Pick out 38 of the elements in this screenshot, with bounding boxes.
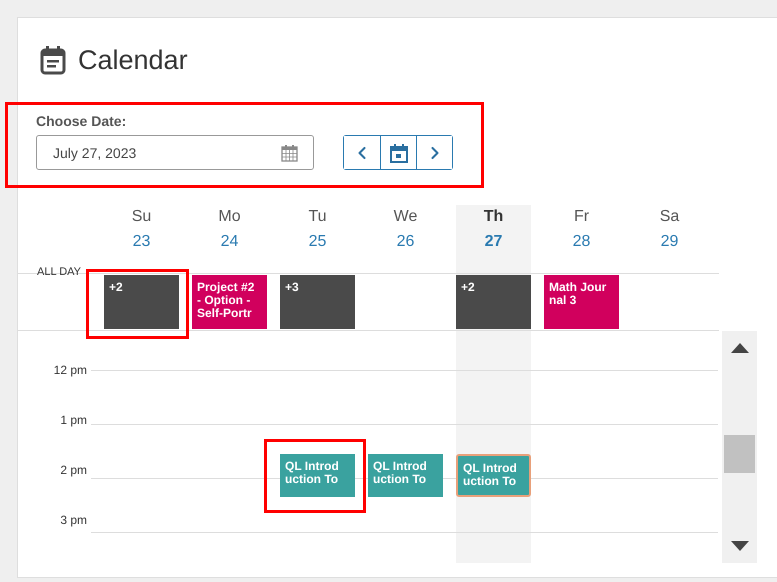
day-number[interactable]: 27 bbox=[484, 233, 502, 251]
day-number[interactable]: 23 bbox=[132, 233, 150, 251]
event-block[interactable]: Project #2 - Option - Self-Portr bbox=[192, 275, 267, 329]
weekday-label: We bbox=[394, 208, 418, 226]
event-block[interactable]: QL Introd uction To bbox=[280, 454, 355, 497]
all-day-label: ALL DAY bbox=[37, 266, 82, 278]
event-block[interactable]: QL Introd uction To bbox=[368, 454, 443, 497]
event-block[interactable]: +3 bbox=[280, 275, 355, 329]
day-number[interactable]: 28 bbox=[572, 233, 590, 251]
hour-label: 3 pm bbox=[59, 513, 88, 529]
weekday-label: Su bbox=[132, 208, 152, 226]
scrollbar[interactable] bbox=[722, 331, 757, 563]
day-number[interactable]: 25 bbox=[308, 233, 326, 251]
scroll-up-icon[interactable] bbox=[730, 343, 748, 353]
field-label: Choose Date: bbox=[36, 113, 128, 129]
hour-label: 2 pm bbox=[59, 463, 88, 479]
next-button[interactable] bbox=[416, 136, 452, 169]
day-number[interactable]: 24 bbox=[220, 233, 238, 251]
calendar-title: Calendar bbox=[78, 44, 188, 76]
weekday-label: Mo bbox=[218, 208, 241, 226]
day-number[interactable]: 26 bbox=[396, 233, 414, 251]
event-block[interactable]: Math Jour nal 3 bbox=[544, 275, 619, 329]
event-block[interactable]: +2 bbox=[104, 275, 179, 329]
scroll-down-icon[interactable] bbox=[730, 541, 748, 551]
weekday-label: Fr bbox=[574, 208, 590, 226]
hour-label: 12 pm bbox=[52, 363, 88, 379]
hour-label: 1 pm bbox=[59, 413, 88, 429]
event-block[interactable]: QL Introd uction To bbox=[456, 454, 531, 497]
date-field[interactable]: July 27, 2023 bbox=[36, 135, 314, 170]
calendar-icon bbox=[40, 45, 66, 75]
day-number[interactable]: 29 bbox=[660, 233, 678, 251]
event-block[interactable]: +2 bbox=[456, 275, 531, 329]
scroll-thumb[interactable] bbox=[724, 435, 755, 473]
weekday-label: Sa bbox=[660, 208, 680, 226]
weekday-label: Th bbox=[484, 208, 504, 226]
calendar-icon bbox=[388, 142, 408, 162]
weekday-label: Tu bbox=[308, 208, 327, 226]
calendar-icon bbox=[281, 144, 298, 162]
